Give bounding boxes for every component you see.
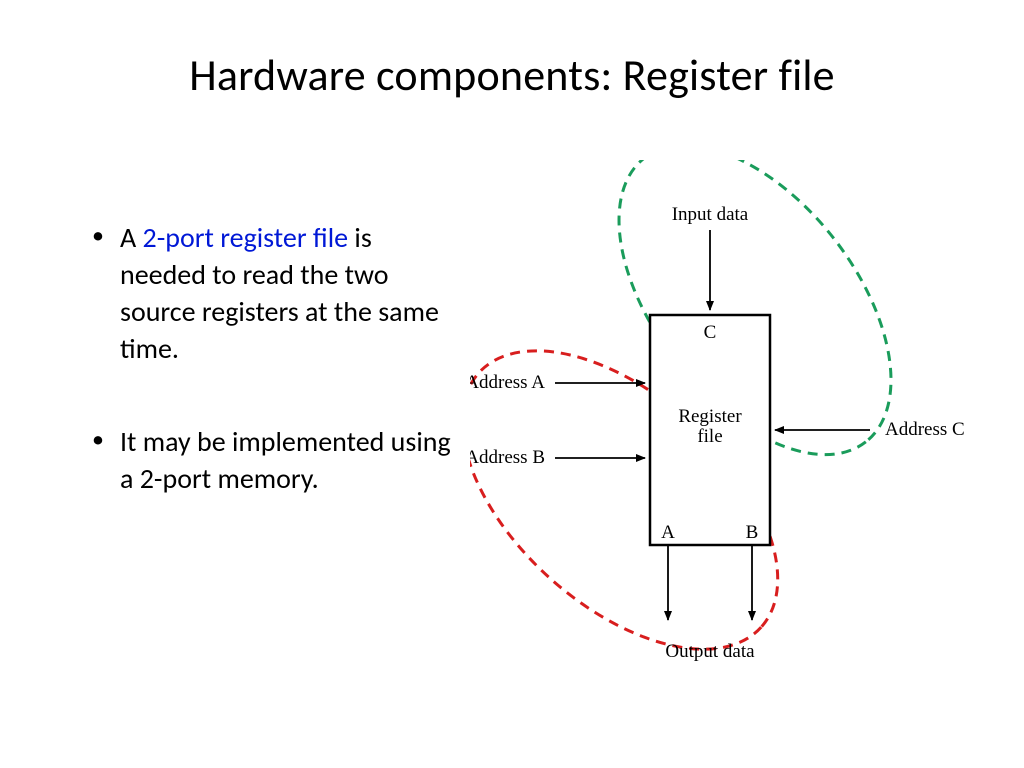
body-text: A 2-port register file is needed to read… bbox=[92, 220, 452, 554]
port-a-label: A bbox=[661, 522, 675, 543]
input-data-label: Input data bbox=[672, 204, 749, 225]
bullet-1-pre: A bbox=[120, 220, 143, 255]
box-label-line1: Register bbox=[678, 406, 742, 427]
bullet-1-term: 2-port register file bbox=[143, 220, 349, 255]
slide: Hardware components: Register file A 2-p… bbox=[0, 0, 1024, 768]
address-c-label: Address C bbox=[885, 419, 965, 440]
port-b-label: B bbox=[746, 522, 759, 543]
address-b-label: Address B bbox=[470, 447, 545, 468]
address-a-label: Address A bbox=[470, 372, 545, 393]
register-file-diagram: C Register file A B Input data Address A… bbox=[470, 160, 1010, 720]
bullet-1: A 2-port register file is needed to read… bbox=[92, 220, 452, 368]
output-data-label: Output data bbox=[665, 641, 755, 662]
slide-title: Hardware components: Register file bbox=[0, 48, 1024, 102]
box-label-line2: file bbox=[697, 426, 722, 447]
port-c-label: C bbox=[704, 322, 717, 343]
bullet-2: It may be implemented using a 2-port mem… bbox=[92, 424, 452, 498]
